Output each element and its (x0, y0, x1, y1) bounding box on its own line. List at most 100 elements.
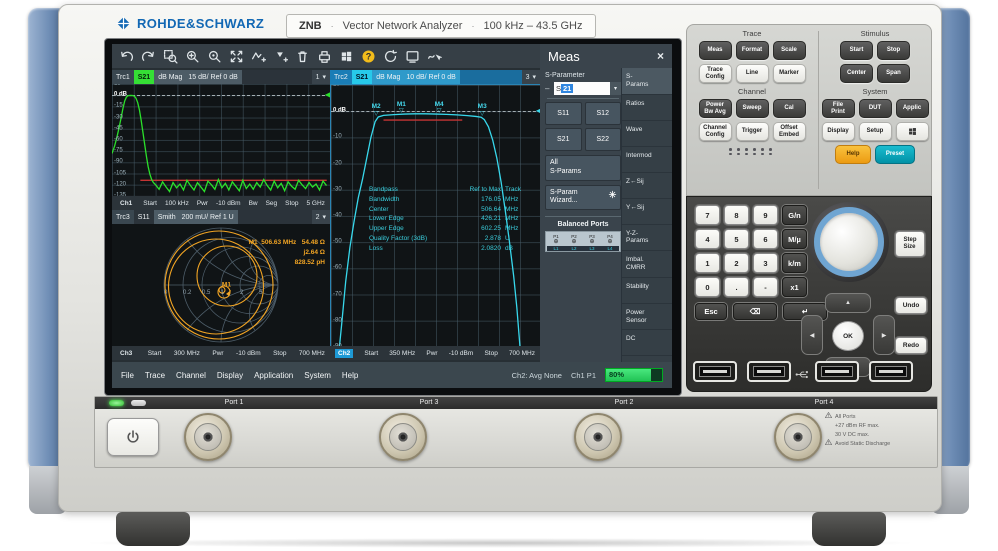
trace1-plot[interactable]: ◀ 150 dB-15-30-45-60-75-90-105-120-135 (112, 84, 330, 196)
key-1[interactable]: 1 (695, 253, 720, 273)
hardkey-cal[interactable]: Cal (773, 99, 806, 118)
windows-icon[interactable] (337, 47, 356, 66)
trace3-header[interactable]: Trc3 S11 Smith200 mU/ Ref 1 U 2▾ (112, 210, 330, 224)
zoom-window-icon[interactable] (183, 47, 202, 66)
chevron-down-icon[interactable]: ▾ (610, 82, 621, 95)
meas-tab-ratios[interactable]: Ratios (622, 95, 672, 121)
trace2-window-select[interactable]: 3▾ (522, 70, 540, 84)
hardkey-trigger[interactable]: Trigger (736, 122, 769, 141)
key-g-n[interactable]: G/n (782, 205, 807, 225)
hardkey-file-print[interactable]: File Print (822, 99, 855, 118)
hardkey-line[interactable]: Line (736, 64, 769, 83)
meas-tab-stability[interactable]: Stability (622, 278, 672, 304)
trace3-name[interactable]: Trc3 (112, 210, 134, 224)
key-4[interactable]: 4 (695, 229, 720, 249)
help-button[interactable]: Help (835, 145, 871, 164)
restart-sweep-icon[interactable] (381, 47, 400, 66)
redo-icon[interactable] (139, 47, 158, 66)
key-minus[interactable]: - (753, 277, 778, 297)
close-icon[interactable]: × (657, 49, 664, 63)
hardkey-setup[interactable]: Setup (859, 122, 892, 141)
menu-item-file[interactable]: File (121, 371, 134, 380)
key-k-m[interactable]: k/m (782, 253, 807, 273)
undo-icon[interactable] (117, 47, 136, 66)
hardkey-applic[interactable]: Applic (896, 99, 929, 118)
all-sparams-button[interactable]: All S-Params (545, 155, 621, 181)
escape-key[interactable]: Esc (695, 303, 727, 320)
meas-tab-s-params[interactable]: S- Params (622, 68, 672, 95)
trace3-format[interactable]: Smith200 mU/ Ref 1 U (154, 210, 238, 224)
decrement-icon[interactable]: – (545, 84, 554, 93)
meas-tab-power-sensor[interactable]: Power Sensor (622, 304, 672, 331)
hardkey-format[interactable]: Format (736, 41, 769, 60)
balanced-ports-widget[interactable]: P1P2P3P4⊕⊕⊕⊕L1L2L3L4 (545, 231, 621, 252)
key-5[interactable]: 5 (724, 229, 749, 249)
zoom-select-icon[interactable] (161, 47, 180, 66)
hardkey-power-bw-avg[interactable]: Power Bw Avg (699, 99, 732, 118)
trace1-name[interactable]: Trc1 (112, 70, 134, 84)
trace2-plot[interactable]: ◀ 100 dB-10-20-30-40-50-60-70-80-90 M2▽M… (330, 84, 542, 348)
meas-tab-wave[interactable]: Wave (622, 121, 672, 147)
help-icon[interactable]: ? (359, 47, 378, 66)
key-6[interactable]: 6 (753, 229, 778, 249)
hardkey-windows[interactable] (896, 122, 929, 141)
add-trace-icon[interactable] (249, 47, 268, 66)
meas-tab-y-sij[interactable]: Y←Sij (622, 199, 672, 225)
channel-chip-ch1[interactable]: Ch1 (117, 199, 135, 208)
meas-tab-dc[interactable]: DC (622, 330, 672, 356)
trace2-sparam-chip[interactable]: S21 (352, 70, 372, 84)
hardkey-start[interactable]: Start (840, 41, 873, 60)
delete-icon[interactable] (293, 47, 312, 66)
trace2-format[interactable]: dB Mag10 dB/ Ref 0 dB (372, 70, 460, 84)
menu-item-application[interactable]: Application (254, 371, 293, 380)
meas-tab-imbal-cmrr[interactable]: Imbal. CMRR (622, 251, 672, 278)
sparam-button-s11[interactable]: S11 (545, 102, 582, 125)
menu-item-channel[interactable]: Channel (176, 371, 206, 380)
key-3[interactable]: 3 (753, 253, 778, 273)
meas-tab-y-z-params[interactable]: Y-Z- Params (622, 225, 672, 252)
sparam-button-s22[interactable]: S22 (585, 128, 622, 151)
menu-item-display[interactable]: Display (217, 371, 243, 380)
sparam-button-s12[interactable]: S12 (585, 102, 622, 125)
trace3-window-select[interactable]: 2▾ (312, 210, 330, 224)
key-0[interactable]: 0 (695, 277, 720, 297)
hardkey-trace-config[interactable]: Trace Config (699, 64, 732, 83)
trace1-header[interactable]: Trc1 S21 dB Mag15 dB/ Ref 0 dB 1▾ (112, 70, 330, 84)
meas-tab-intermod[interactable]: Intermod (622, 147, 672, 173)
print-icon[interactable] (315, 47, 334, 66)
arrow-right-button[interactable]: ▶ (873, 315, 895, 355)
touch-mode-icon[interactable] (425, 47, 444, 66)
meas-tab-z-sij[interactable]: Z←Sij (622, 173, 672, 199)
key-7[interactable]: 7 (695, 205, 720, 225)
rotary-knob[interactable] (814, 207, 884, 277)
key-dot[interactable]: . (724, 277, 749, 297)
display-select-icon[interactable] (403, 47, 422, 66)
marker-m2[interactable]: M2▽ (372, 104, 381, 117)
key-2[interactable]: 2 (724, 253, 749, 273)
hardkey-channel-config[interactable]: Channel Config (699, 122, 732, 141)
marker-m3[interactable]: M3▽ (478, 104, 487, 117)
trace1-sparam-chip[interactable]: S21 (134, 70, 154, 84)
menu-item-help[interactable]: Help (342, 371, 358, 380)
trace2-name[interactable]: Trc2 (330, 70, 352, 84)
backspace-key[interactable]: ⌫ (733, 303, 777, 320)
hardkey-sweep[interactable]: Sweep (736, 99, 769, 118)
channel-chip-ch3[interactable]: Ch3 (117, 349, 135, 358)
trace3-sparam-chip[interactable]: S11 (134, 210, 154, 224)
marker-m1[interactable]: M1▽ (397, 101, 406, 114)
redo-button[interactable]: Redo (895, 337, 927, 354)
s-parameter-dropdown[interactable]: – S21 ▾ (545, 81, 621, 95)
menu-item-trace[interactable]: Trace (145, 371, 165, 380)
arrow-up-button[interactable]: ▲ (825, 293, 871, 313)
key-8[interactable]: 8 (724, 205, 749, 225)
menu-item-system[interactable]: System (304, 371, 331, 380)
touchscreen[interactable]: ? Trc1 S21 dB Mag15 dB/ Ref 0 dB 1▾ ◀ 15… (112, 44, 672, 388)
sparam-wizard-button[interactable]: S-Param Wizard... (545, 185, 621, 211)
trace2-header[interactable]: Trc2 S21 dB Mag10 dB/ Ref 0 dB 3▾ (330, 70, 540, 84)
smith-chart[interactable]: 00.20.5125 M1 M1 506.63 MHz 54.48 Ω j2.6… (112, 224, 330, 346)
zoom-reset-icon[interactable] (205, 47, 224, 66)
hardkey-center[interactable]: Center (840, 64, 873, 83)
hardkey-meas[interactable]: Meas (699, 41, 732, 60)
trace1-format[interactable]: dB Mag15 dB/ Ref 0 dB (154, 70, 242, 84)
hardkey-stop[interactable]: Stop (877, 41, 910, 60)
